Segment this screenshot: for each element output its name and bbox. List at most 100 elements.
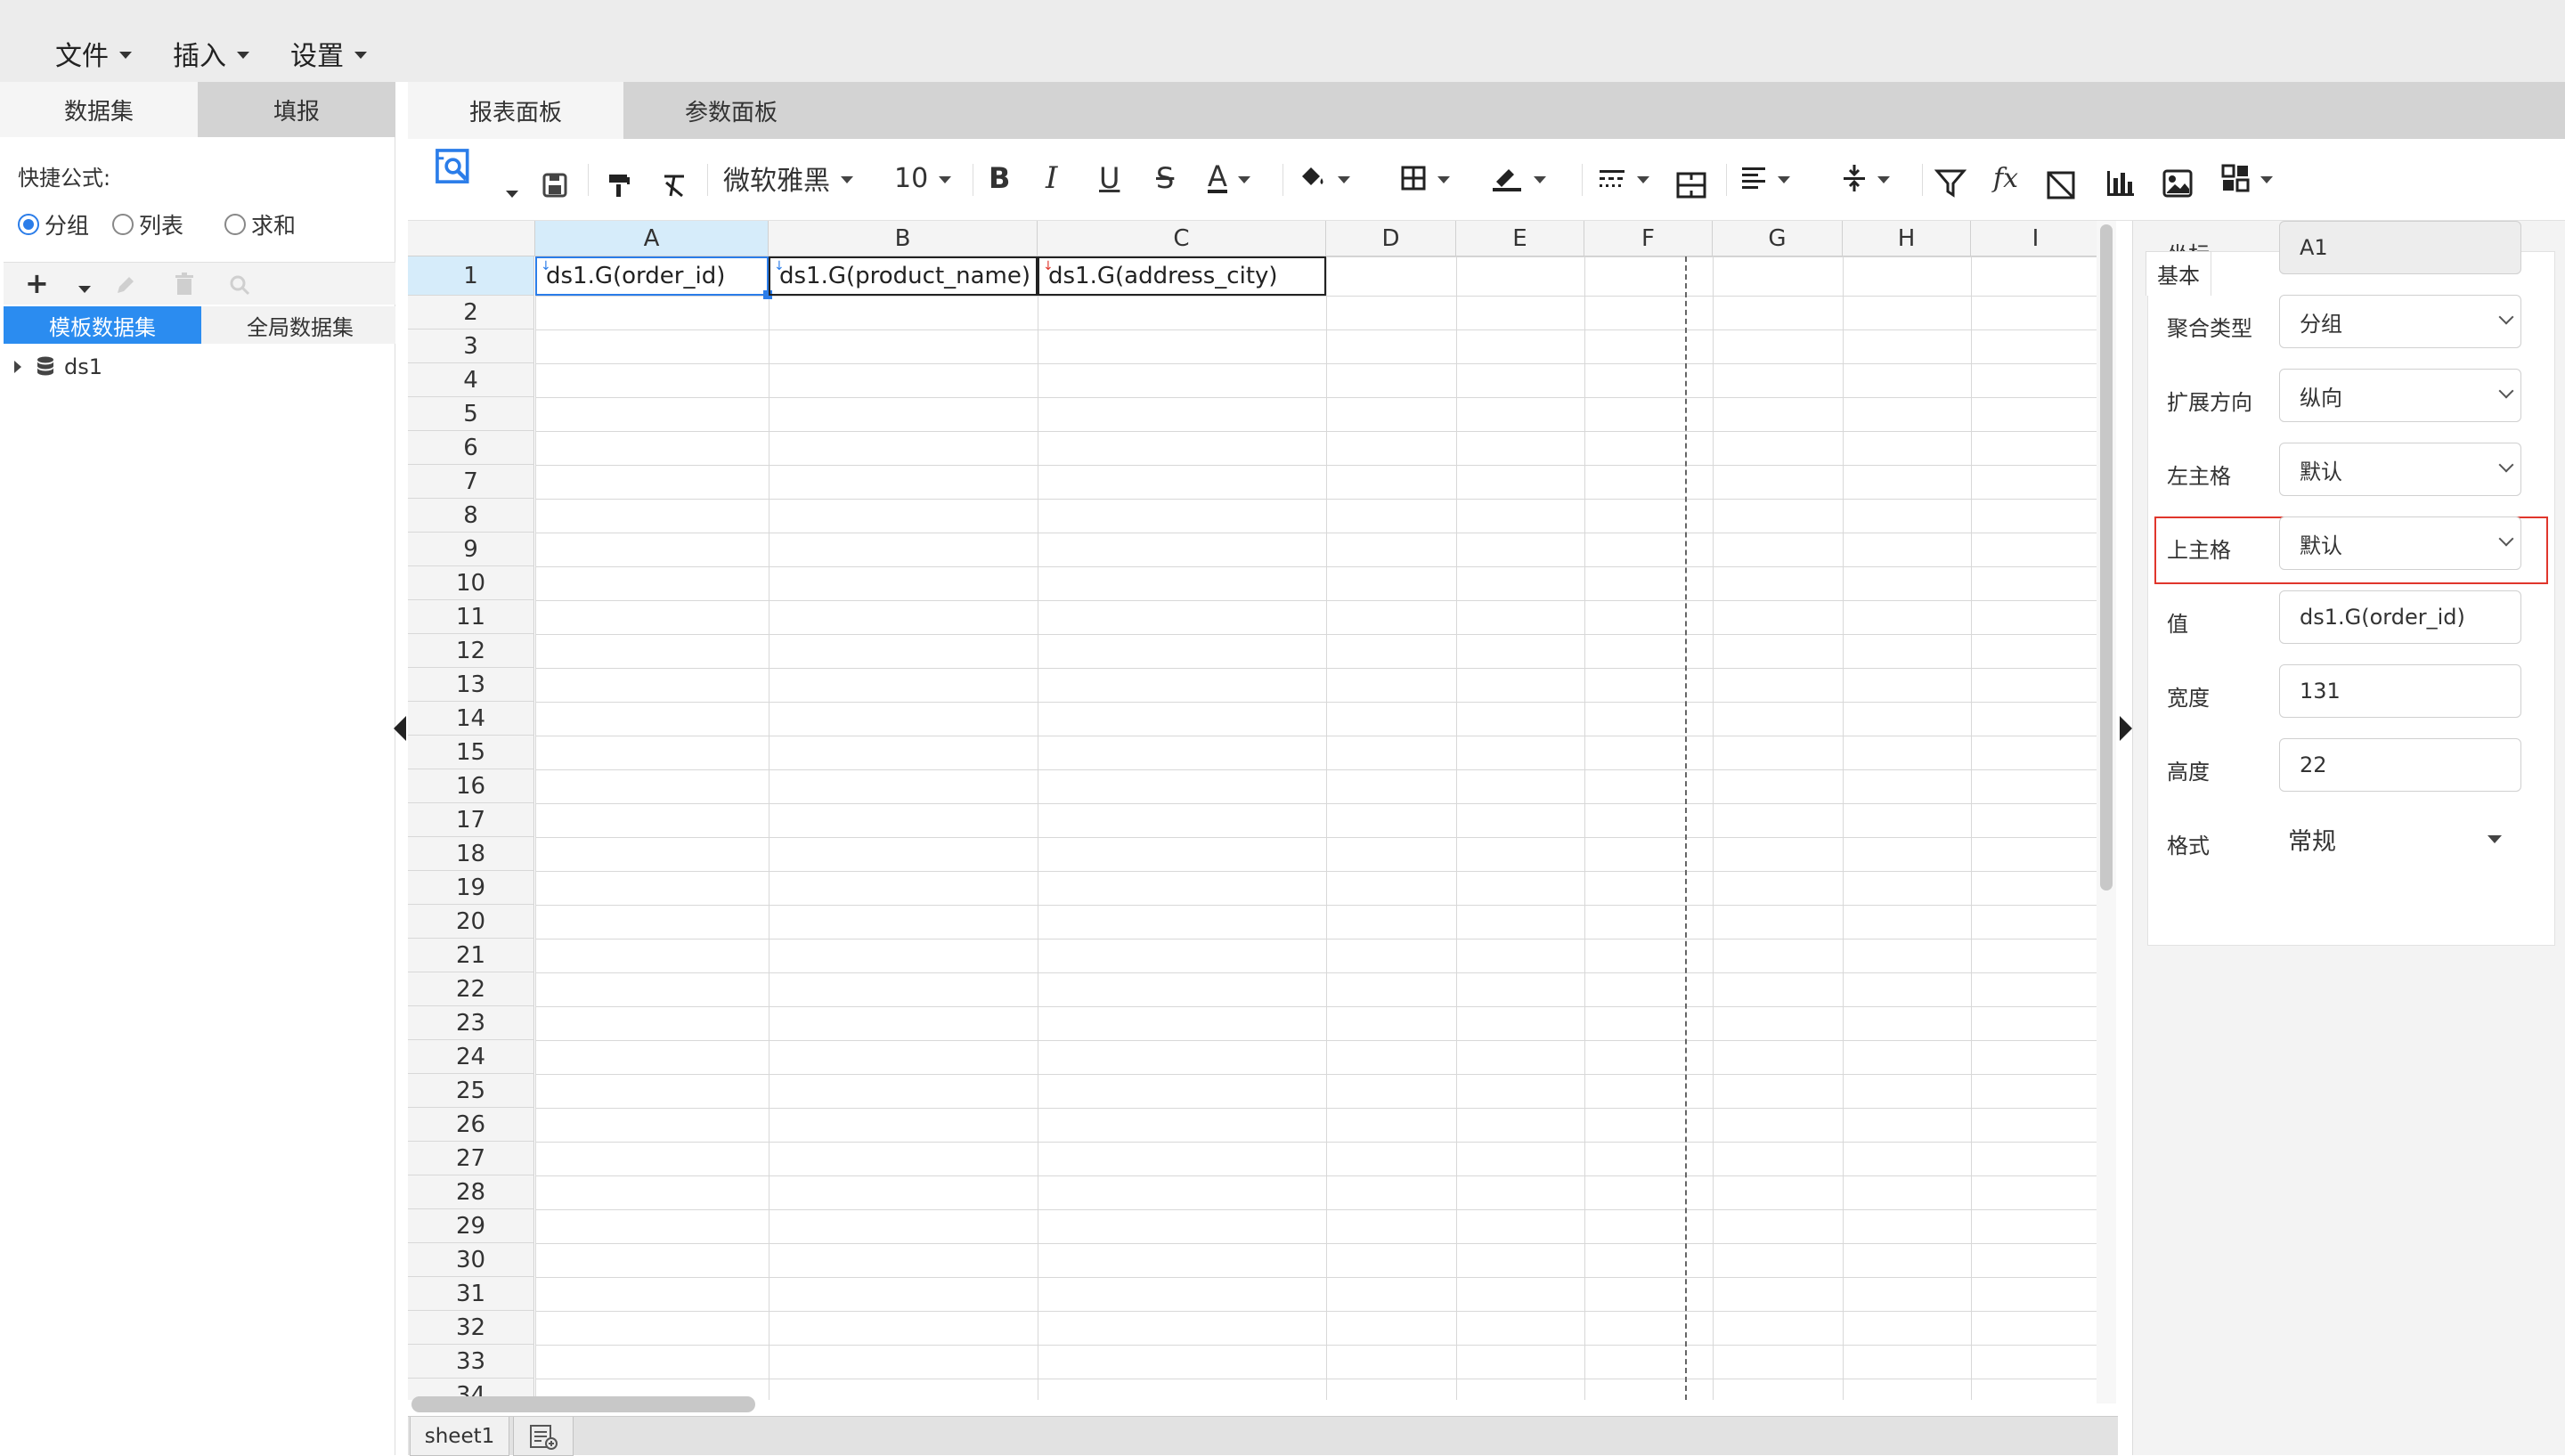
column-header-c[interactable]: C [1038,221,1326,256]
row-header-3[interactable]: 3 [408,329,534,363]
property-input[interactable]: 131 [2279,664,2521,718]
line-style-button[interactable] [1598,159,1649,198]
row-header-15[interactable]: 15 [408,736,534,769]
preview-icon[interactable] [428,148,481,187]
radio-button[interactable] [112,214,134,235]
property-input[interactable]: A1 [2279,221,2521,274]
row-header-1[interactable]: 1 [408,256,534,296]
edit-icon[interactable] [114,273,137,297]
corner-cell[interactable] [408,221,535,256]
horizontal-scrollbar[interactable] [411,1396,755,1412]
bold-icon[interactable]: B [989,159,1010,198]
preview-dropdown-icon[interactable] [506,191,518,198]
row-header-4[interactable]: 4 [408,363,534,397]
delete-icon[interactable] [173,272,196,297]
row-header-22[interactable]: 22 [408,972,534,1006]
property-select[interactable]: 默认 [2279,517,2521,570]
row-header-18[interactable]: 18 [408,837,534,871]
slash-header-icon[interactable] [2047,166,2075,205]
border-button[interactable] [1400,159,1450,198]
row-header-8[interactable]: 8 [408,499,534,533]
row-header-24[interactable]: 24 [408,1040,534,1074]
row-header-31[interactable]: 31 [408,1277,534,1311]
filter-icon[interactable] [1934,164,1966,203]
radio-sum-option[interactable]: 求和 [224,208,296,240]
row-header-13[interactable]: 13 [408,668,534,702]
column-header-h[interactable]: H [1843,221,1971,256]
border-color-button[interactable] [1491,159,1546,198]
row-header-9[interactable]: 9 [408,533,534,566]
tab-global-dataset[interactable]: 全局数据集 [201,306,399,344]
row-header-16[interactable]: 16 [408,769,534,803]
property-select[interactable]: 默认 [2279,443,2521,496]
radio-group-option[interactable]: 分组 [18,208,89,240]
font-color-button[interactable]: A [1208,159,1250,198]
clear-format-icon[interactable] [661,166,688,205]
column-header-a[interactable]: A [535,221,769,256]
tab-template-dataset[interactable]: 模板数据集 [4,306,201,344]
add-sheet-button[interactable] [513,1417,574,1456]
row-header-27[interactable]: 27 [408,1142,534,1175]
format-painter-icon[interactable] [606,166,632,205]
font-family-select[interactable]: 微软雅黑 [723,159,853,198]
tree-item-ds1[interactable]: ds1 [14,354,102,379]
row-header-25[interactable]: 25 [408,1074,534,1108]
column-header-d[interactable]: D [1326,221,1456,256]
save-icon[interactable] [542,166,568,205]
italic-icon[interactable]: I [1046,159,1057,198]
cell-c1[interactable]: ↓ ds1.G(address_city) [1038,256,1326,296]
tab-report-panel[interactable]: 报表面板 [408,82,623,139]
column-header-f[interactable]: F [1584,221,1713,256]
property-select[interactable]: 分组 [2279,295,2521,348]
column-header-g[interactable]: G [1713,221,1843,256]
property-input[interactable]: 22 [2279,738,2521,792]
tab-fill-report[interactable]: 填报 [198,82,395,137]
font-size-select[interactable]: 10 [894,159,952,198]
row-header-20[interactable]: 20 [408,905,534,939]
merge-cells-icon[interactable] [1676,166,1706,205]
row-header-12[interactable]: 12 [408,634,534,668]
property-input[interactable]: ds1.G(order_id) [2279,590,2521,644]
vertical-scrollbar[interactable] [2100,224,2113,891]
underline-icon[interactable]: U [1099,159,1120,198]
add-icon[interactable]: + [25,266,49,300]
row-header-6[interactable]: 6 [408,431,534,465]
cell-b1[interactable]: ↓ ds1.G(product_name) [769,256,1038,296]
row-header-19[interactable]: 19 [408,871,534,905]
expand-arrow-icon[interactable] [14,361,21,373]
radio-button[interactable] [18,214,39,235]
row-header-5[interactable]: 5 [408,397,534,431]
tab-basic[interactable]: 基本 [2146,251,2211,296]
column-header-e[interactable]: E [1456,221,1584,256]
menu-file[interactable]: 文件 [55,34,132,73]
cell-a1[interactable]: ↓ ds1.G(order_id) [535,256,769,296]
row-header-11[interactable]: 11 [408,600,534,634]
row-header-17[interactable]: 17 [408,803,534,837]
row-header-2[interactable]: 2 [408,296,534,329]
align-horizontal-button[interactable] [1740,159,1790,198]
row-header-28[interactable]: 28 [408,1175,534,1209]
row-header-26[interactable]: 26 [408,1108,534,1142]
cell-area[interactable]: ↓ ds1.G(order_id) ↓ ds1.G(product_name) ↓ ds1… [535,256,2097,1400]
menu-settings[interactable]: 设置 [290,34,367,73]
sheet-tab[interactable]: sheet1 [410,1417,509,1456]
spreadsheet-grid[interactable]: ABCDEFGHI 1 2 3 4 5 6 7 8 9 10 11 12 13 14 15 16 17 18 19 2… [408,221,2097,1400]
row-header-29[interactable]: 29 [408,1209,534,1243]
radio-list-option[interactable]: 列表 [112,208,183,240]
column-header-b[interactable]: B [769,221,1038,256]
row-header-32[interactable]: 32 [408,1311,534,1345]
function-icon[interactable]: fx [1993,159,2018,198]
column-header-i[interactable]: I [1971,221,2097,256]
align-vertical-button[interactable] [1842,159,1890,198]
row-header-21[interactable]: 21 [408,939,534,972]
dropdown-icon[interactable] [78,286,91,293]
menu-insert[interactable]: 插入 [173,34,249,73]
collapse-right-icon[interactable] [2120,716,2132,741]
tab-parameter-panel[interactable]: 参数面板 [623,82,839,139]
property-select[interactable]: 常规 [2279,812,2521,866]
strikethrough-icon[interactable]: S [1156,159,1174,198]
tab-dataset[interactable]: 数据集 [0,82,198,137]
property-select[interactable]: 纵向 [2279,369,2521,422]
row-header-23[interactable]: 23 [408,1006,534,1040]
row-header-14[interactable]: 14 [408,702,534,736]
